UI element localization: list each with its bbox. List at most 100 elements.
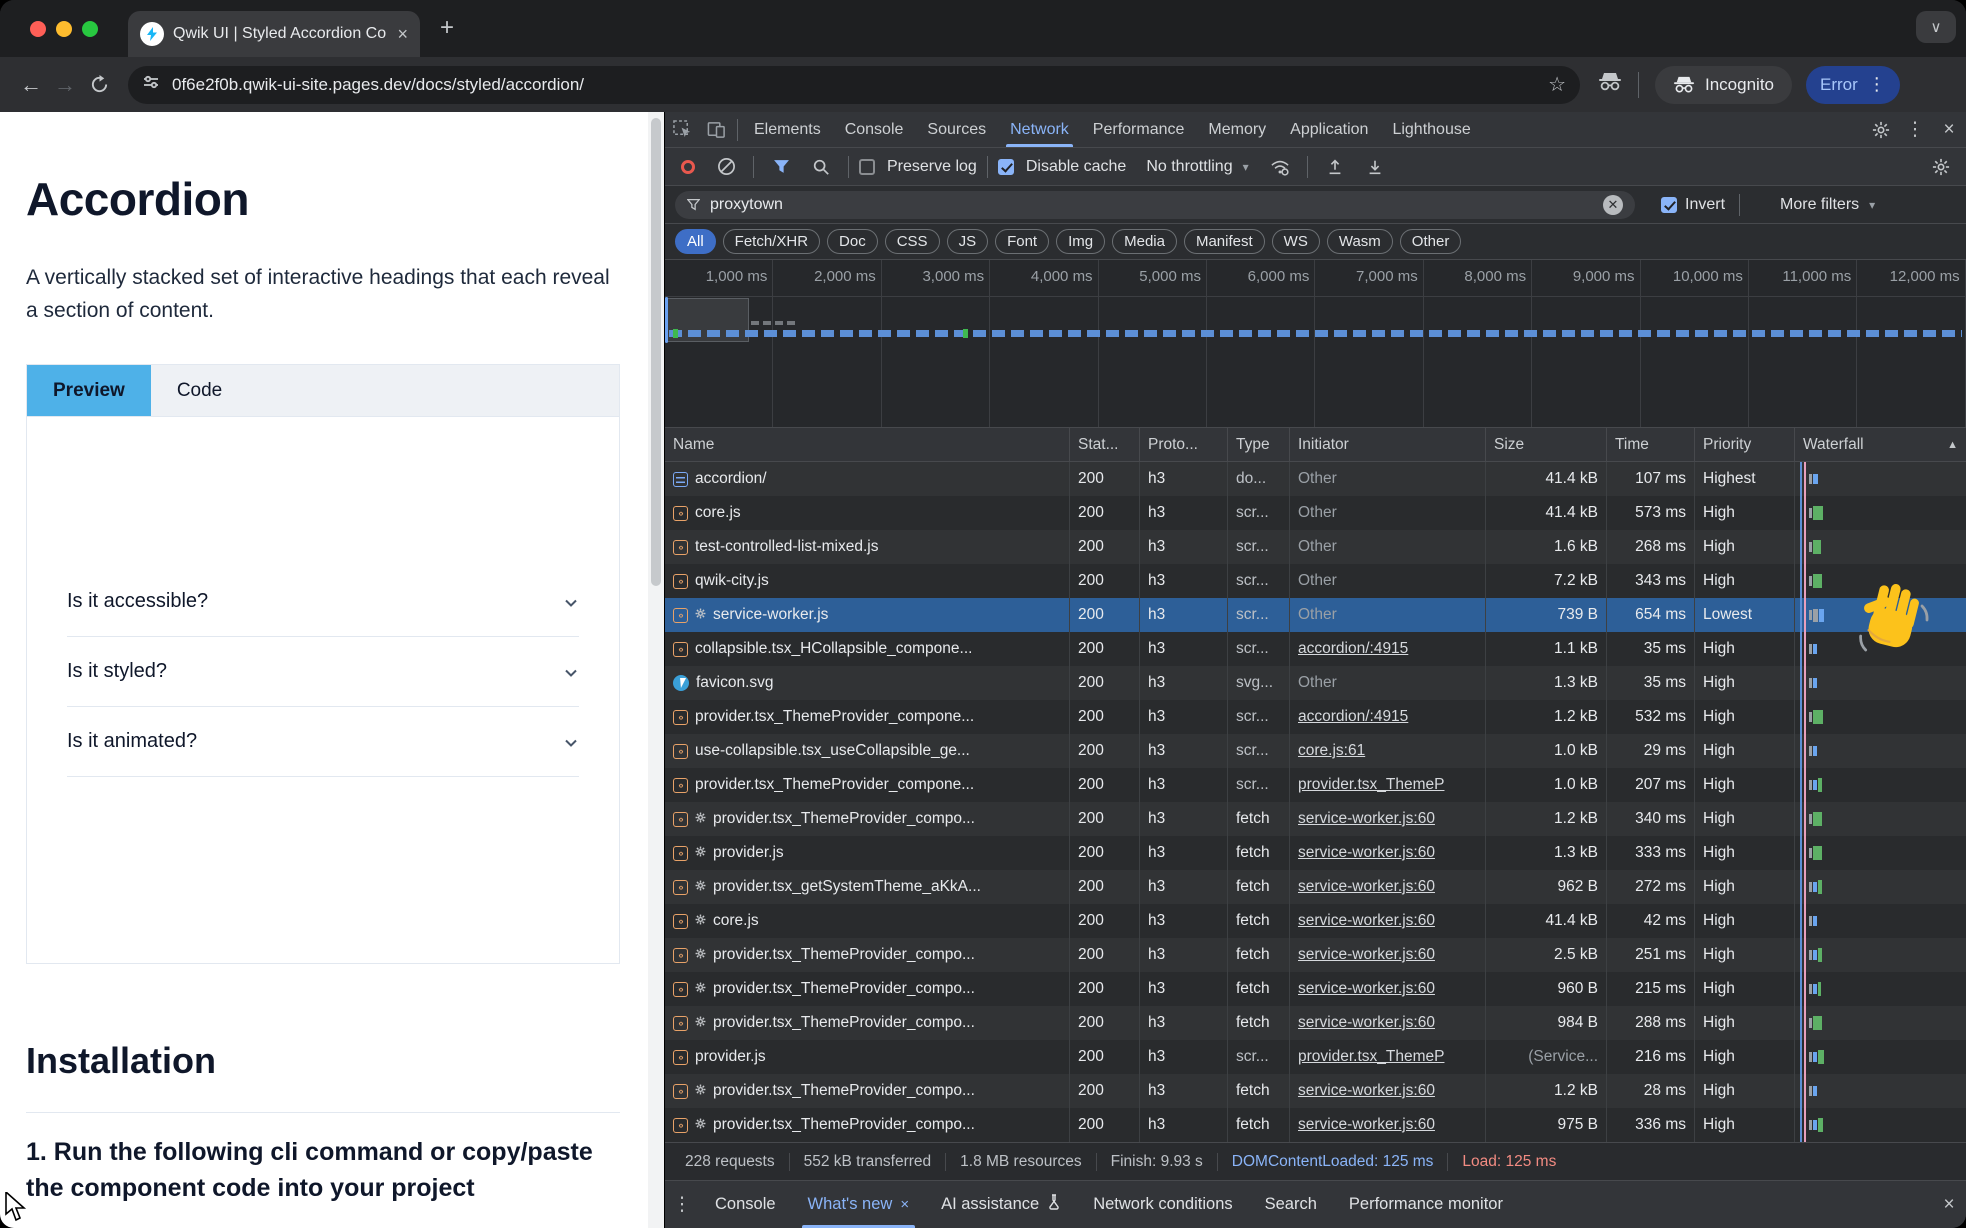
network-conditions-icon[interactable] xyxy=(1263,148,1297,185)
accordion-trigger[interactable]: Is it styled? xyxy=(67,637,579,707)
table-row[interactable]: ‹›test-controlled-list-mixed.js200h3scr.… xyxy=(665,530,1966,564)
filter-chip-css[interactable]: CSS xyxy=(885,229,940,254)
filter-input[interactable]: proxytown ✕ xyxy=(675,191,1635,219)
initiator-cell[interactable]: service-worker.js:60 xyxy=(1290,836,1486,870)
request-name-cell[interactable]: ‹›provider.tsx_getSystemTheme_aKkA... xyxy=(665,870,1070,904)
table-row[interactable]: ‹›provider.tsx_ThemeProvider_compo...200… xyxy=(665,1108,1966,1142)
site-info-icon[interactable] xyxy=(142,73,160,96)
table-row[interactable]: ‹›core.js200h3scr...Other41.4 kB573 msHi… xyxy=(665,496,1966,530)
table-row[interactable]: ‹›provider.tsx_ThemeProvider_compone...2… xyxy=(665,768,1966,802)
initiator-cell[interactable]: service-worker.js:60 xyxy=(1290,1006,1486,1040)
devtools-tab-application[interactable]: Application xyxy=(1278,112,1380,147)
column-header-priority[interactable]: Priority xyxy=(1695,428,1795,461)
initiator-cell[interactable]: service-worker.js:60 xyxy=(1290,1074,1486,1108)
devtools-tab-elements[interactable]: Elements xyxy=(742,112,833,147)
drawer-tab-whatsnew[interactable]: What's new× xyxy=(792,1181,926,1228)
record-network-log-button[interactable] xyxy=(681,160,695,174)
request-name-cell[interactable]: ‹›provider.tsx_ThemeProvider_compone... xyxy=(665,700,1070,734)
search-icon[interactable] xyxy=(804,148,838,185)
table-row[interactable]: ‹›use-collapsible.tsx_useCollapsible_ge.… xyxy=(665,734,1966,768)
new-tab-button[interactable]: + xyxy=(440,16,454,40)
request-name-cell[interactable]: ‹›qwik-city.js xyxy=(665,564,1070,598)
invert-label[interactable]: Invert xyxy=(1685,196,1725,214)
devtools-tab-lighthouse[interactable]: Lighthouse xyxy=(1380,112,1482,147)
filter-icon[interactable] xyxy=(764,148,798,185)
table-row[interactable]: ‹›service-worker.js200h3scr...Other739 B… xyxy=(665,598,1966,632)
filter-input-value[interactable]: proxytown xyxy=(710,196,1593,214)
column-header-size[interactable]: Size xyxy=(1486,428,1607,461)
throttling-select[interactable]: No throttling ▾ xyxy=(1146,158,1248,176)
filter-chip-other[interactable]: Other xyxy=(1400,229,1462,254)
accordion-trigger[interactable]: Is it accessible? xyxy=(67,567,579,637)
reload-button[interactable] xyxy=(82,68,116,102)
initiator-cell[interactable]: core.js:61 xyxy=(1290,734,1486,768)
filter-chip-font[interactable]: Font xyxy=(995,229,1049,254)
more-filters-button[interactable]: More filters ▾ xyxy=(1780,196,1875,214)
initiator-link[interactable]: accordion/:4915 xyxy=(1298,640,1408,658)
drawer-tab-networkconditions[interactable]: Network conditions xyxy=(1077,1181,1248,1228)
filter-chip-all[interactable]: All xyxy=(675,229,716,254)
initiator-cell[interactable]: service-worker.js:60 xyxy=(1290,938,1486,972)
profile-incognito-icon[interactable] xyxy=(1598,71,1622,98)
url-bar[interactable]: 0f6e2f0b.qwik-ui-site.pages.dev/docs/sty… xyxy=(128,66,1580,104)
drawer-tab-search[interactable]: Search xyxy=(1249,1181,1333,1228)
request-name-cell[interactable]: ‹›provider.tsx_ThemeProvider_compone... xyxy=(665,768,1070,802)
filter-chip-img[interactable]: Img xyxy=(1056,229,1105,254)
browser-tab[interactable]: Qwik UI | Styled Accordion Co × xyxy=(128,11,420,57)
initiator-cell[interactable]: service-worker.js:60 xyxy=(1290,802,1486,836)
devtools-kebab-menu[interactable]: ⋮ xyxy=(1898,118,1932,141)
table-row[interactable]: ‹›provider.tsx_getSystemTheme_aKkA...200… xyxy=(665,870,1966,904)
table-row[interactable]: ‹›provider.tsx_ThemeProvider_compo...200… xyxy=(665,938,1966,972)
inspect-element-icon[interactable] xyxy=(665,112,699,147)
initiator-link[interactable]: provider.tsx_ThemeP xyxy=(1298,776,1444,794)
filter-chip-wasm[interactable]: Wasm xyxy=(1327,229,1393,254)
clear-filter-icon[interactable]: ✕ xyxy=(1603,195,1623,215)
initiator-cell[interactable]: accordion/:4915 xyxy=(1290,700,1486,734)
initiator-link[interactable]: service-worker.js:60 xyxy=(1298,810,1435,828)
table-row[interactable]: ‹›core.js200h3fetchservice-worker.js:604… xyxy=(665,904,1966,938)
table-row[interactable]: favicon.svg200h3svg...Other1.3 kB35 msHi… xyxy=(665,666,1966,700)
bookmark-star-icon[interactable]: ☆ xyxy=(1548,72,1566,97)
filter-chip-fetchxhr[interactable]: Fetch/XHR xyxy=(723,229,820,254)
initiator-link[interactable]: provider.tsx_ThemeP xyxy=(1298,1048,1444,1066)
drawer-tab-aiassistance[interactable]: AI assistance xyxy=(925,1181,1077,1228)
drawer-tab-console[interactable]: Console xyxy=(699,1181,792,1228)
drawer-close-button[interactable]: × xyxy=(1932,1194,1966,1216)
preserve-log-label[interactable]: Preserve log xyxy=(887,158,977,176)
tab-close-icon[interactable]: × xyxy=(397,25,408,43)
table-row[interactable]: ‹›provider.tsx_ThemeProvider_compo...200… xyxy=(665,972,1966,1006)
page-scrollbar[interactable] xyxy=(648,112,664,1228)
filter-chip-ws[interactable]: WS xyxy=(1272,229,1320,254)
request-name-cell[interactable]: ‹›provider.tsx_ThemeProvider_compo... xyxy=(665,1108,1070,1142)
table-row[interactable]: ‹›provider.tsx_ThemeProvider_compo...200… xyxy=(665,1006,1966,1040)
devtools-tab-memory[interactable]: Memory xyxy=(1196,112,1278,147)
disable-cache-label[interactable]: Disable cache xyxy=(1026,158,1127,176)
table-row[interactable]: ‹›provider.js200h3fetchservice-worker.js… xyxy=(665,836,1966,870)
column-header-name[interactable]: Name xyxy=(665,428,1070,461)
column-header-proto[interactable]: Proto... xyxy=(1140,428,1228,461)
initiator-link[interactable]: service-worker.js:60 xyxy=(1298,878,1435,896)
preserve-log-checkbox[interactable] xyxy=(859,159,875,175)
initiator-link[interactable]: service-worker.js:60 xyxy=(1298,1082,1435,1100)
devtools-tab-sources[interactable]: Sources xyxy=(915,112,998,147)
initiator-cell[interactable]: service-worker.js:60 xyxy=(1290,904,1486,938)
forward-button[interactable]: → xyxy=(48,68,82,102)
request-name-cell[interactable]: ‹›service-worker.js xyxy=(665,598,1070,632)
request-name-cell[interactable]: ‹›use-collapsible.tsx_useCollapsible_ge.… xyxy=(665,734,1070,768)
table-row[interactable]: ‹›provider.js200h3scr...provider.tsx_The… xyxy=(665,1040,1966,1074)
import-har-icon[interactable] xyxy=(1318,148,1352,185)
request-name-cell[interactable]: ‹›provider.tsx_ThemeProvider_compo... xyxy=(665,972,1070,1006)
table-row[interactable]: accordion/200h3do...Other41.4 kB107 msHi… xyxy=(665,462,1966,496)
initiator-cell[interactable]: service-worker.js:60 xyxy=(1290,972,1486,1006)
filter-chip-manifest[interactable]: Manifest xyxy=(1184,229,1265,254)
filter-chip-doc[interactable]: Doc xyxy=(827,229,878,254)
request-name-cell[interactable]: ‹›provider.js xyxy=(665,836,1070,870)
request-name-cell[interactable]: ‹›collapsible.tsx_HCollapsible_compone..… xyxy=(665,632,1070,666)
request-name-cell[interactable]: ‹›core.js xyxy=(665,496,1070,530)
export-har-icon[interactable] xyxy=(1358,148,1392,185)
request-name-cell[interactable]: ‹›provider.js xyxy=(665,1040,1070,1074)
devtools-tab-performance[interactable]: Performance xyxy=(1081,112,1197,147)
initiator-link[interactable]: accordion/:4915 xyxy=(1298,708,1408,726)
initiator-cell[interactable]: provider.tsx_ThemeP xyxy=(1290,768,1486,802)
initiator-link[interactable]: core.js:61 xyxy=(1298,742,1365,760)
